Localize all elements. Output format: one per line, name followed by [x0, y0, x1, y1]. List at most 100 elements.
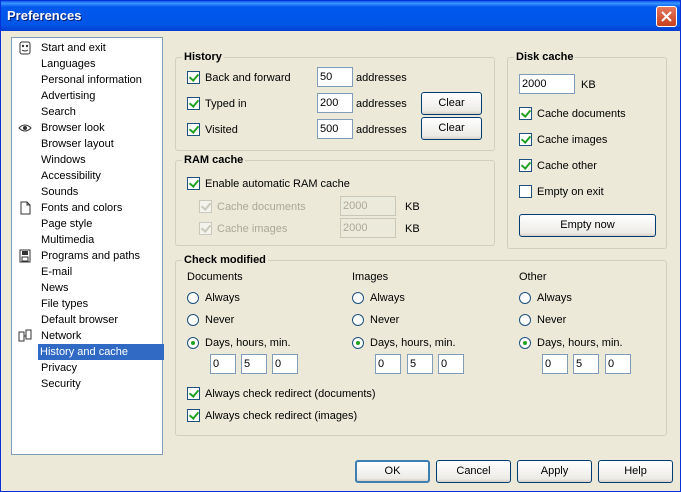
- category-windows[interactable]: Windows: [39, 152, 88, 168]
- redirect-documents-checkbox[interactable]: [187, 387, 200, 400]
- back-forward-label: Back and forward: [205, 72, 291, 84]
- category-browser-layout[interactable]: Browser layout: [39, 136, 116, 152]
- category-multimedia[interactable]: Multimedia: [39, 232, 96, 248]
- documents-days-label: Days, hours, min.: [205, 337, 291, 349]
- title-bar[interactable]: Preferences: [1, 1, 680, 31]
- other-always-label: Always: [537, 292, 572, 304]
- category-personal-information[interactable]: Personal information: [39, 72, 144, 88]
- ram-cache-documents-label: Cache documents: [217, 201, 306, 213]
- category-accessibility[interactable]: Accessibility: [39, 168, 103, 184]
- category-privacy[interactable]: Privacy: [39, 360, 79, 376]
- category-page-style[interactable]: Page style: [39, 216, 94, 232]
- images-never-radio[interactable]: [352, 314, 364, 326]
- typed-in-input[interactable]: 200: [317, 93, 353, 113]
- category-sounds[interactable]: Sounds: [39, 184, 80, 200]
- enable-auto-ram-cache-checkbox[interactable]: [187, 177, 200, 190]
- category-fonts-and-colors[interactable]: Fonts and colors: [39, 200, 124, 216]
- ram-cache-images-input[interactable]: 2000: [340, 218, 396, 238]
- other-hours-input[interactable]: 5: [573, 354, 599, 374]
- visited-label: Visited: [205, 124, 238, 136]
- category-start-and-exit[interactable]: Start and exit: [39, 40, 108, 56]
- close-icon: [661, 11, 672, 22]
- redirect-images-checkbox[interactable]: [187, 409, 200, 422]
- images-days-input[interactable]: 0: [375, 354, 401, 374]
- check-modified-legend: Check modified: [184, 254, 266, 266]
- back-forward-checkbox[interactable]: [187, 71, 200, 84]
- category-advertising[interactable]: Advertising: [39, 88, 97, 104]
- clear-typed-in-button[interactable]: Clear: [421, 92, 482, 115]
- typed-in-checkbox[interactable]: [187, 97, 200, 110]
- documents-header: Documents: [187, 271, 243, 283]
- redirect-images-label: Always check redirect (images): [205, 410, 358, 422]
- enable-auto-ram-cache-label: Enable automatic RAM cache: [205, 178, 350, 190]
- apply-button[interactable]: Apply: [517, 460, 592, 483]
- category-file-types[interactable]: File types: [39, 296, 90, 312]
- other-always-radio[interactable]: [519, 292, 531, 304]
- category-languages[interactable]: Languages: [39, 56, 97, 72]
- documents-never-label: Never: [205, 314, 235, 326]
- category-browser-look[interactable]: Browser look: [39, 120, 107, 136]
- window-title: Preferences: [7, 8, 82, 23]
- other-days-input[interactable]: 0: [542, 354, 568, 374]
- documents-always-radio[interactable]: [187, 292, 199, 304]
- empty-on-exit-checkbox[interactable]: [519, 185, 532, 198]
- category-security[interactable]: Security: [39, 376, 83, 392]
- category-search[interactable]: Search: [39, 104, 78, 120]
- ram-cache-documents-unit: KB: [405, 201, 420, 213]
- category-news[interactable]: News: [39, 280, 71, 296]
- documents-never-radio[interactable]: [187, 314, 199, 326]
- network-icon: [18, 329, 32, 342]
- ie-icon: [19, 41, 31, 55]
- images-always-radio[interactable]: [352, 292, 364, 304]
- ram-cache-documents-input[interactable]: 2000: [340, 196, 396, 216]
- documents-days-input[interactable]: 0: [210, 354, 236, 374]
- clear-visited-button[interactable]: Clear: [421, 117, 482, 140]
- category-history-and-cache[interactable]: History and cache: [38, 344, 164, 360]
- visited-unit: addresses: [356, 124, 407, 136]
- cache-documents-checkbox[interactable]: [519, 107, 532, 120]
- disk-cache-unit: KB: [581, 79, 596, 91]
- history-legend: History: [184, 51, 222, 63]
- disk-cache-legend: Disk cache: [516, 51, 574, 63]
- category-programs-and-paths[interactable]: Programs and paths: [39, 248, 142, 264]
- visited-input[interactable]: 500: [317, 119, 353, 139]
- cache-other-label: Cache other: [537, 160, 597, 172]
- cache-images-checkbox[interactable]: [519, 133, 532, 146]
- category-list[interactable]: Start and exit Languages Personal inform…: [11, 37, 164, 455]
- ram-cache-legend: RAM cache: [184, 154, 244, 166]
- empty-now-button[interactable]: Empty now: [519, 214, 656, 237]
- category-e-mail[interactable]: E-mail: [39, 264, 74, 280]
- back-forward-unit: addresses: [356, 72, 407, 84]
- ram-cache-documents-checkbox[interactable]: [199, 200, 212, 213]
- category-network[interactable]: Network: [39, 328, 83, 344]
- typed-in-label: Typed in: [205, 98, 247, 110]
- documents-minutes-input[interactable]: 0: [272, 354, 298, 374]
- images-header: Images: [352, 271, 389, 283]
- other-days-radio[interactable]: [519, 337, 531, 349]
- images-days-label: Days, hours, min.: [370, 337, 456, 349]
- ok-button[interactable]: OK: [355, 460, 430, 483]
- disk-cache-size-input[interactable]: 2000: [519, 74, 575, 94]
- images-days-radio[interactable]: [352, 337, 364, 349]
- redirect-documents-label: Always check redirect (documents): [205, 388, 376, 400]
- images-minutes-input[interactable]: 0: [438, 354, 464, 374]
- documents-hours-input[interactable]: 5: [241, 354, 267, 374]
- documents-always-label: Always: [205, 292, 240, 304]
- other-minutes-input[interactable]: 0: [605, 354, 631, 374]
- close-button[interactable]: [656, 6, 677, 27]
- empty-on-exit-label: Empty on exit: [537, 186, 604, 198]
- visited-checkbox[interactable]: [187, 123, 200, 136]
- documents-days-radio[interactable]: [187, 337, 199, 349]
- cache-images-label: Cache images: [537, 134, 608, 146]
- help-button[interactable]: Help: [598, 460, 673, 483]
- back-forward-input[interactable]: 50: [317, 67, 353, 87]
- other-never-radio[interactable]: [519, 314, 531, 326]
- images-hours-input[interactable]: 5: [407, 354, 433, 374]
- ram-cache-images-checkbox[interactable]: [199, 222, 212, 235]
- cancel-button[interactable]: Cancel: [436, 460, 511, 483]
- eye-icon: [18, 124, 32, 132]
- cache-other-checkbox[interactable]: [519, 159, 532, 172]
- ram-cache-images-label: Cache images: [217, 223, 288, 235]
- typed-in-unit: addresses: [356, 98, 407, 110]
- category-default-browser[interactable]: Default browser: [39, 312, 120, 328]
